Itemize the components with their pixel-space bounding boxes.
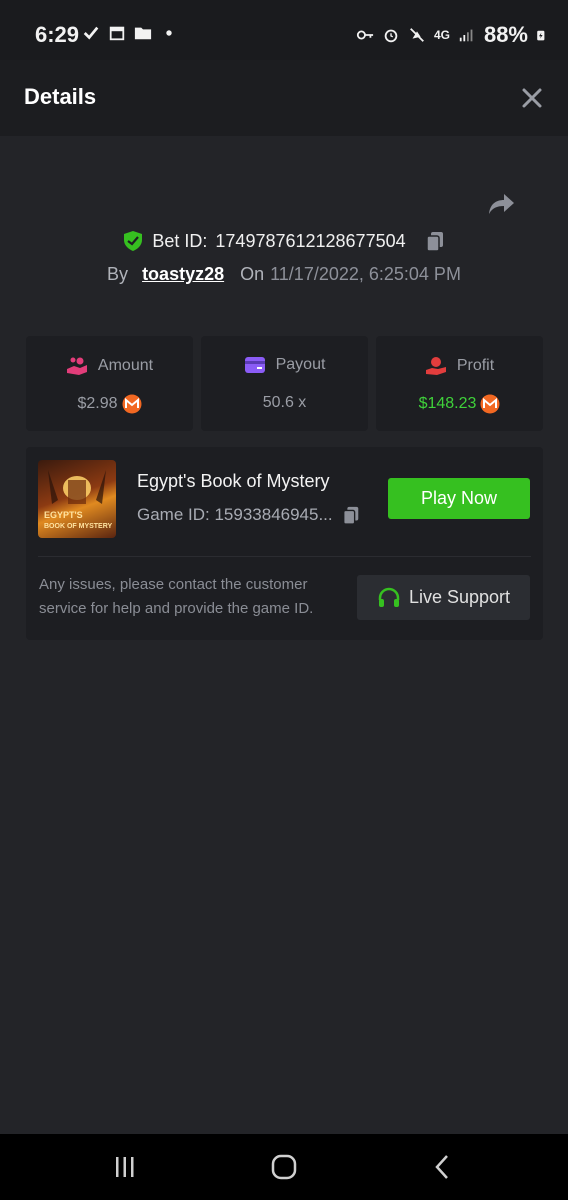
stat-profit: Profit $148.23 <box>376 336 543 431</box>
stat-payout: Payout 50.6 x <box>201 336 368 431</box>
status-notification-icons <box>82 24 178 42</box>
monero-coin-icon <box>480 394 500 414</box>
bet-date: 11/17/2022, 6:25:04 PM <box>270 264 461 284</box>
by-label: By <box>107 264 129 284</box>
details-header: Details <box>0 60 568 136</box>
stat-amount-value: $2.98 <box>77 395 118 412</box>
game-id: Game ID: 15933846945... <box>137 505 333 524</box>
game-title: Egypt's Book of Mystery <box>137 471 330 491</box>
live-support-label: Live Support <box>408 587 511 607</box>
network-type: 4G <box>433 28 450 42</box>
stat-profit-label: Profit <box>456 357 495 374</box>
status-time: 6:29 <box>35 22 80 47</box>
stat-profit-value-row: $148.23 <box>376 394 543 414</box>
play-now-button[interactable]: Play Now <box>388 478 530 519</box>
copy-icon[interactable] <box>424 230 446 252</box>
stat-payout-value: 50.6 x <box>262 394 307 411</box>
mute-icon <box>410 28 424 42</box>
game-id-row: Game ID: 15933846945... <box>137 504 361 526</box>
recent-apps-icon[interactable] <box>110 1154 140 1180</box>
back-icon[interactable] <box>428 1154 458 1180</box>
copy-icon[interactable] <box>341 504 361 526</box>
signal-icon <box>459 29 473 42</box>
home-icon[interactable] <box>269 1154 299 1180</box>
help-text: Any issues, please contact the customer … <box>39 576 314 617</box>
share-icon[interactable] <box>486 190 516 218</box>
close-icon[interactable] <box>518 84 546 112</box>
status-bar: 6:29 4G 88% <box>0 0 568 60</box>
stat-payout-value-row: 50.6 x <box>201 394 368 412</box>
game-thumb-title: EGYPT'S <box>44 510 83 520</box>
username-link[interactable]: toastyz28 <box>142 264 224 285</box>
folder-icon <box>134 27 152 40</box>
stat-amount-value-row: $2.98 <box>26 394 193 414</box>
stat-payout-label: Payout <box>275 356 326 373</box>
check-notification-icon <box>83 26 99 40</box>
key-icon <box>356 30 374 40</box>
calendar-icon <box>109 26 125 41</box>
headset-icon <box>378 587 400 607</box>
game-thumb-subtitle: BOOK OF MYSTERY <box>44 523 113 530</box>
battery-charging-icon <box>537 30 545 41</box>
on-label: On <box>240 264 265 284</box>
bet-id-label: Bet ID: <box>152 230 208 251</box>
monero-coin-icon <box>122 394 142 414</box>
stat-payout-header: Payout <box>201 356 368 374</box>
page-title: Details <box>24 84 97 109</box>
stat-amount: Amount $2.98 <box>26 336 193 431</box>
shield-check-icon <box>124 231 143 251</box>
bet-id-value: 1749787612128677504 <box>215 230 406 251</box>
bet-stats: Amount $2.98 Payout 50.6 x Profit $148.2… <box>26 336 543 431</box>
alarm-icon <box>384 29 398 43</box>
card-divider <box>38 556 531 557</box>
dot-icon <box>166 30 172 36</box>
stat-profit-value: $148.23 <box>418 395 477 412</box>
battery-level: 88% <box>483 22 528 47</box>
coins-hand-icon <box>66 357 87 375</box>
status-system-icons: 4G 88% <box>356 22 548 48</box>
stat-amount-label: Amount <box>97 357 154 374</box>
system-nav-bar <box>0 1134 568 1200</box>
game-card: EGYPT'S BOOK OF MYSTERY Egypt's Book of … <box>26 447 543 640</box>
stat-amount-header: Amount <box>26 356 193 376</box>
game-thumbnail[interactable]: EGYPT'S BOOK OF MYSTERY <box>38 460 116 538</box>
live-support-button[interactable]: Live Support <box>357 575 530 620</box>
card-icon <box>244 357 265 373</box>
profit-hand-icon <box>425 357 446 375</box>
bet-id-line: Bet ID: 1749787612128677504 <box>0 230 568 252</box>
stat-profit-header: Profit <box>376 356 543 376</box>
bet-owner-line: By toastyz28 On 11/17/2022, 6:25:04 PM <box>0 264 568 285</box>
